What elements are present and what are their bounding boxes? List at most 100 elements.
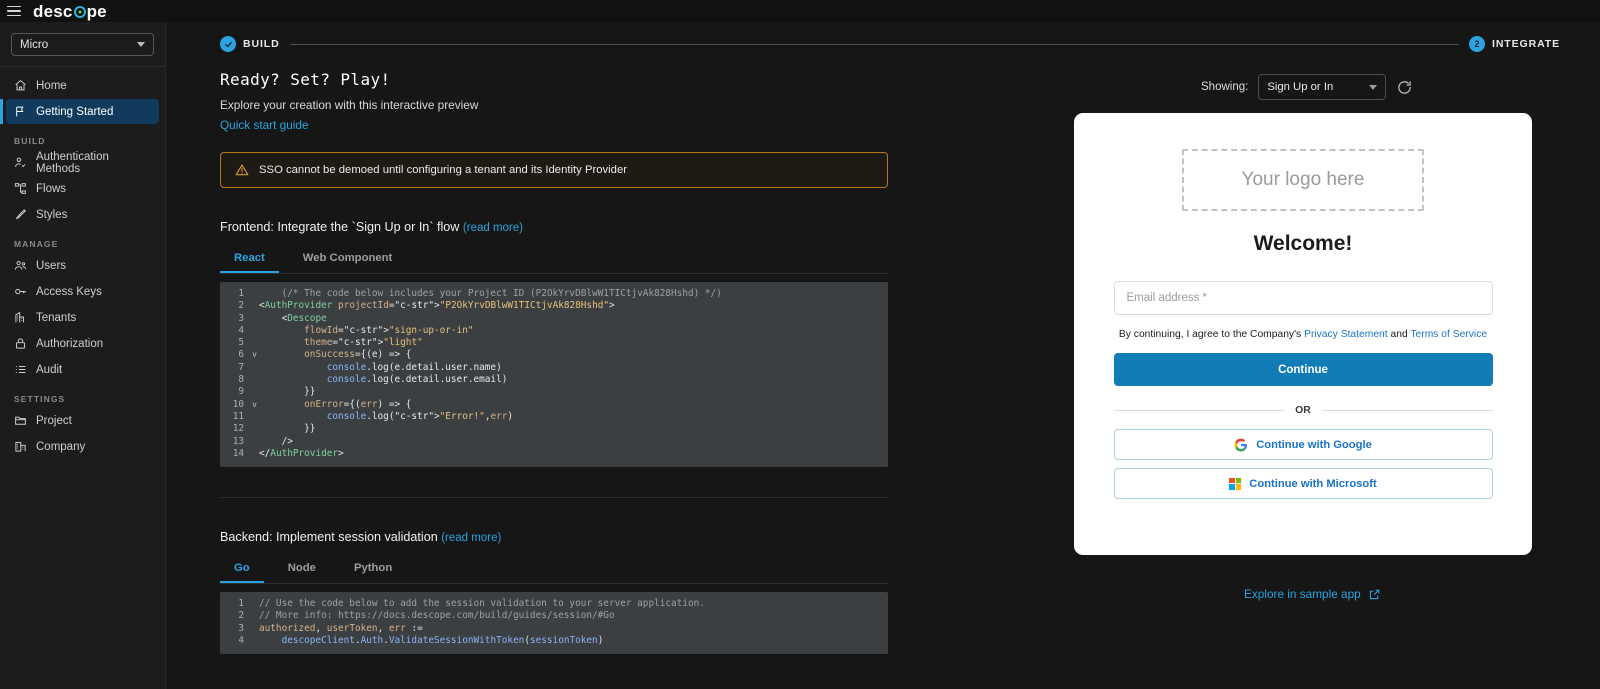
code-line-text: }} bbox=[259, 386, 316, 398]
sidebar-item-label: Project bbox=[36, 414, 72, 427]
code-fold-toggle[interactable] bbox=[250, 374, 259, 386]
tab-web-component[interactable]: Web Component bbox=[289, 246, 407, 273]
code-line-text: flowId="c-str">"sign-up-or-in" bbox=[304, 324, 474, 336]
code-fold-toggle[interactable] bbox=[250, 411, 259, 423]
code-fold-toggle[interactable]: v bbox=[250, 399, 259, 411]
tab-go[interactable]: Go bbox=[220, 556, 264, 584]
code-fold-toggle[interactable] bbox=[250, 288, 259, 300]
frontend-code-block[interactable]: 1 (/* The code below includes your Proje… bbox=[220, 282, 888, 468]
sidebar-item-styles[interactable]: Styles bbox=[6, 202, 159, 227]
code-fold-toggle[interactable] bbox=[250, 300, 259, 312]
backend-read-more-link[interactable]: (read more) bbox=[441, 532, 501, 544]
code-line: 5 theme="c-str">"light" bbox=[220, 337, 888, 349]
stepper-step-build[interactable]: BUILD bbox=[220, 36, 280, 52]
frontend-section-heading: Frontend: Integrate the `Sign Up or In` … bbox=[220, 220, 906, 234]
continue-button[interactable]: Continue bbox=[1113, 353, 1493, 386]
code-line: 8 console.log(e.detail.user.email) bbox=[220, 374, 888, 386]
tab-node[interactable]: Node bbox=[274, 556, 330, 583]
quick-start-guide-link[interactable]: Quick start guide bbox=[220, 118, 906, 132]
code-line: 1 (/* The code below includes your Proje… bbox=[220, 288, 888, 300]
sidebar-item-audit[interactable]: Audit bbox=[6, 357, 159, 382]
tab-react[interactable]: React bbox=[220, 246, 279, 273]
code-line-text: /> bbox=[259, 435, 293, 447]
code-line-text: descopeClient.Auth.ValidateSessionWithTo… bbox=[281, 635, 604, 647]
lock-icon bbox=[15, 338, 26, 349]
code-fold-toggle[interactable] bbox=[250, 598, 259, 610]
frontend-read-more-link[interactable]: (read more) bbox=[463, 222, 523, 234]
explore-in-sample-app-link[interactable]: Explore in sample app bbox=[1244, 587, 1381, 601]
sidebar-item-authentication-methods[interactable]: Authentication Methods bbox=[6, 150, 159, 175]
main-content: BUILD 2 INTEGRATE Ready? Set? Play! Expl… bbox=[166, 22, 1600, 689]
code-fold-toggle[interactable] bbox=[250, 386, 259, 398]
continue-with-microsoft-button[interactable]: Continue with Microsoft bbox=[1113, 468, 1493, 499]
sso-warning-alert: SSO cannot be demoed until configuring a… bbox=[220, 152, 888, 188]
code-line-number: 3 bbox=[238, 312, 244, 324]
privacy-statement-link[interactable]: Privacy Statement bbox=[1304, 329, 1388, 340]
brush-icon bbox=[15, 209, 27, 220]
code-line-number: 12 bbox=[232, 423, 244, 435]
sidebar-item-flows[interactable]: Flows bbox=[6, 176, 159, 201]
or-separator: OR bbox=[1113, 404, 1493, 416]
sidebar-item-tenants[interactable]: Tenants bbox=[6, 305, 159, 330]
company-icon bbox=[15, 441, 26, 452]
code-fold-toggle[interactable] bbox=[250, 436, 259, 448]
continue-with-google-button[interactable]: Continue with Google bbox=[1113, 429, 1493, 460]
code-line: 3 <Descope bbox=[220, 313, 888, 325]
stepper-step-integrate[interactable]: 2 INTEGRATE bbox=[1469, 36, 1560, 52]
backend-section-heading: Backend: Implement session validation (r… bbox=[220, 530, 906, 544]
code-line: 4 descopeClient.Auth.ValidateSessionWith… bbox=[220, 635, 888, 647]
code-fold-toggle[interactable] bbox=[250, 610, 259, 622]
tab-python[interactable]: Python bbox=[340, 556, 406, 583]
hamburger-icon[interactable] bbox=[7, 5, 21, 17]
stepper-label-build: BUILD bbox=[243, 38, 280, 50]
code-line-number: 2 bbox=[238, 300, 244, 312]
explore-label: Explore in sample app bbox=[1244, 587, 1361, 601]
home-icon bbox=[15, 79, 26, 91]
code-line-text: <AuthProvider projectId="c-str">"P2OkYrv… bbox=[259, 300, 610, 312]
backend-tabs: Go Node Python bbox=[220, 556, 888, 585]
sidebar-item-access-keys[interactable]: Access Keys bbox=[6, 279, 159, 304]
sidebar-item-getting-started[interactable]: Getting Started bbox=[0, 99, 159, 124]
code-fold-toggle[interactable] bbox=[250, 325, 259, 337]
showing-flow-select[interactable]: Sign Up or In bbox=[1258, 74, 1387, 100]
flow-preview-card: Your logo here Welcome! Email address * … bbox=[1074, 113, 1532, 555]
sidebar-item-home[interactable]: Home bbox=[6, 73, 159, 98]
microsoft-icon bbox=[1229, 477, 1242, 490]
code-fold-toggle[interactable] bbox=[250, 313, 259, 325]
welcome-heading: Welcome! bbox=[1253, 232, 1353, 255]
sidebar-item-label: Users bbox=[36, 259, 67, 272]
sidebar-item-label: Home bbox=[36, 79, 67, 92]
code-fold-toggle[interactable] bbox=[250, 635, 259, 647]
user-check-icon bbox=[15, 157, 26, 168]
code-line-text: // More info: https://docs.descope.com/b… bbox=[259, 610, 615, 622]
flow-icon bbox=[14, 183, 26, 194]
terms-of-service-link[interactable]: Terms of Service bbox=[1410, 329, 1487, 340]
code-fold-toggle[interactable] bbox=[250, 362, 259, 374]
code-line-number: 6 bbox=[238, 349, 244, 361]
sidebar-item-label: Access Keys bbox=[36, 285, 102, 298]
left-column: Ready? Set? Play! Explore your creation … bbox=[166, 52, 906, 655]
refresh-icon[interactable] bbox=[1396, 79, 1413, 96]
code-fold-toggle[interactable] bbox=[250, 337, 259, 349]
sidebar-item-company[interactable]: Company bbox=[6, 434, 159, 459]
sidebar-item-authorization[interactable]: Authorization bbox=[6, 331, 159, 356]
legal-prefix: By continuing, I agree to the Company's bbox=[1118, 329, 1302, 340]
backend-code-block[interactable]: 1 // Use the code below to add the sessio… bbox=[220, 592, 888, 655]
code-fold-toggle[interactable] bbox=[250, 623, 259, 635]
code-line: 1 // Use the code below to add the sessio… bbox=[220, 598, 888, 610]
chevron-down-icon bbox=[1369, 84, 1378, 90]
code-line-text: theme="c-str">"light" bbox=[304, 337, 423, 349]
code-fold-toggle[interactable] bbox=[250, 423, 259, 435]
project-selector[interactable]: Micro bbox=[11, 33, 154, 56]
code-fold-toggle[interactable]: v bbox=[250, 349, 259, 361]
code-line-text: // Use the code below to add the session… bbox=[259, 598, 705, 610]
warning-triangle-icon bbox=[235, 164, 249, 176]
code-line-text: console.log("c-str">"Error!" bbox=[326, 410, 485, 422]
sidebar-item-users[interactable]: Users bbox=[6, 253, 159, 278]
email-field[interactable]: Email address * bbox=[1113, 281, 1493, 315]
code-fold-toggle[interactable] bbox=[250, 448, 259, 460]
code-line-number: 8 bbox=[238, 374, 244, 386]
code-line-number: 13 bbox=[232, 435, 244, 447]
sidebar-item-label: Flows bbox=[36, 182, 67, 195]
sidebar-item-project[interactable]: Project bbox=[6, 408, 159, 433]
